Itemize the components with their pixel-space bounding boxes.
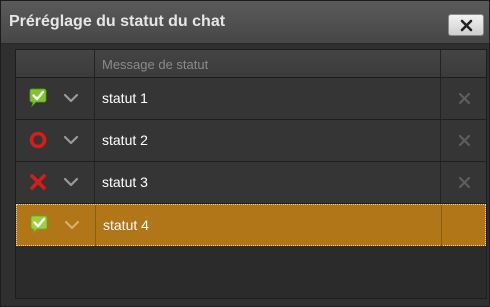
status-preset-dialog: Préréglage du statut du chat Message de …: [0, 0, 490, 307]
dialog-title: Préréglage du statut du chat: [9, 13, 226, 30]
chevron-down-icon[interactable]: [64, 218, 80, 232]
status-message-text[interactable]: statut 1: [102, 90, 148, 106]
status-row-3[interactable]: statut 3: [16, 162, 486, 204]
close-button[interactable]: [448, 14, 484, 36]
table-header: Message de statut: [16, 50, 486, 78]
status-icon-cell: [16, 162, 95, 203]
status-message-text[interactable]: statut 3: [102, 174, 148, 190]
chevron-down-icon[interactable]: [63, 91, 79, 105]
delete-icon[interactable]: [458, 134, 471, 147]
green-check-icon[interactable]: [29, 215, 49, 235]
status-icon-cell: [17, 205, 96, 246]
close-icon: [460, 19, 473, 32]
delete-cell: [441, 205, 488, 246]
chevron-down-icon[interactable]: [63, 133, 79, 147]
header-icon-column: [16, 50, 95, 77]
red-circle-icon[interactable]: [28, 130, 48, 150]
delete-cell: [440, 120, 487, 161]
delete-icon[interactable]: [458, 176, 471, 189]
title-bar: Préréglage du statut du chat: [1, 1, 489, 44]
status-row-1[interactable]: statut 1: [16, 78, 486, 120]
status-row-2[interactable]: statut 2: [16, 120, 486, 162]
column-header-status-message: Message de statut: [102, 57, 209, 72]
chevron-down-icon[interactable]: [63, 175, 79, 189]
status-message-text[interactable]: statut 2: [102, 132, 148, 148]
delete-cell: [440, 162, 487, 203]
status-message-table: Message de statut statut 1 statut 2 stat…: [15, 49, 487, 299]
delete-icon[interactable]: [458, 92, 471, 105]
status-row-4[interactable]: statut 4: [16, 204, 486, 246]
green-check-icon[interactable]: [28, 88, 48, 108]
header-delete-column: [440, 50, 487, 77]
delete-cell: [440, 78, 487, 119]
status-message-text[interactable]: statut 4: [103, 217, 149, 233]
red-x-icon[interactable]: [28, 172, 48, 192]
status-icon-cell: [16, 120, 95, 161]
empty-table-area: [16, 246, 486, 298]
status-icon-cell: [16, 78, 95, 119]
